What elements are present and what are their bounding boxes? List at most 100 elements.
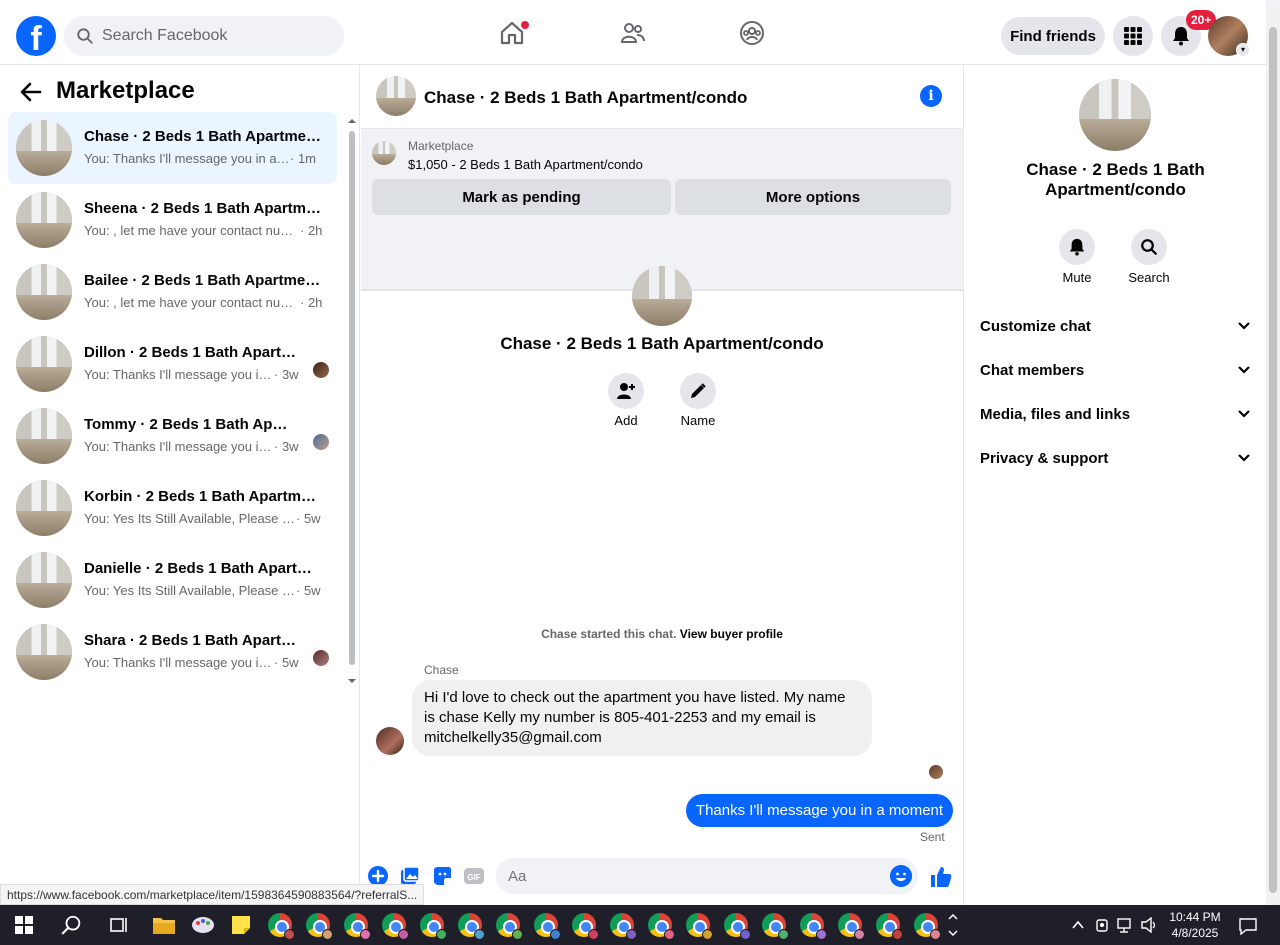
message-input[interactable] <box>496 858 918 894</box>
conversation-item[interactable]: Tommy · 2 Beds 1 Bath Apartment/condo Yo… <box>8 400 337 472</box>
conversation-preview: You: Thanks I'll message you in a moment… <box>84 655 299 670</box>
notification-center-icon[interactable] <box>1238 917 1258 935</box>
chrome-window-button[interactable] <box>606 909 638 941</box>
conversation-item[interactable]: Dillon · 2 Beds 1 Bath Apartment/condo Y… <box>8 328 337 400</box>
chrome-window-button[interactable] <box>416 909 448 941</box>
facebook-logo[interactable]: f <box>16 16 56 56</box>
name-label: Name <box>680 413 716 428</box>
back-arrow-icon[interactable] <box>20 81 42 110</box>
system-clock[interactable]: 10:44 PM 4/8/2025 <box>1162 909 1228 941</box>
chrome-icon <box>762 913 789 940</box>
find-friends-button[interactable]: Find friends <box>1001 17 1105 55</box>
file-explorer-button[interactable] <box>148 909 180 941</box>
search-input[interactable]: Search Facebook <box>64 16 344 56</box>
chevron-down-icon[interactable]: ▾ <box>1236 43 1250 57</box>
groups-icon[interactable] <box>739 20 765 46</box>
taskbar-search-button[interactable] <box>56 909 88 941</box>
sticky-notes-button[interactable] <box>225 909 257 941</box>
listing-thumbnail[interactable] <box>372 141 396 165</box>
chrome-window-button[interactable] <box>720 909 752 941</box>
message-text-field[interactable] <box>496 858 876 894</box>
thumbs-up-icon[interactable] <box>929 865 953 889</box>
menu-button[interactable] <box>1113 16 1153 56</box>
view-buyer-profile-link[interactable]: View buyer profile <box>680 627 783 641</box>
conversation-name: Chase · 2 Beds 1 Bath Apartment/condo <box>84 128 324 145</box>
chrome-window-button[interactable] <box>834 909 866 941</box>
chrome-icon <box>876 913 903 940</box>
chrome-icon <box>534 913 561 940</box>
scroll-up-icon[interactable] <box>348 117 356 125</box>
volume-icon[interactable] <box>1141 917 1159 933</box>
chrome-window-button[interactable] <box>758 909 790 941</box>
palette-icon <box>192 917 214 933</box>
conversation-item[interactable]: Sheena · 2 Beds 1 Bath Apartment/condo Y… <box>8 184 337 256</box>
conversation-preview: You: Thanks I'll message you in a moment… <box>84 439 299 454</box>
taskbar-overflow-button[interactable] <box>944 909 962 941</box>
chrome-window-button[interactable] <box>530 909 562 941</box>
customize-chat-section[interactable]: Customize chat <box>980 306 1251 346</box>
chrome-window-button[interactable] <box>378 909 410 941</box>
scroll-thumb[interactable] <box>349 131 355 665</box>
chat-members-section[interactable]: Chat members <box>980 350 1251 390</box>
chrome-window-button[interactable] <box>682 909 714 941</box>
chevron-up-icon[interactable] <box>1071 918 1085 932</box>
task-view-icon <box>110 918 127 932</box>
listing-thumbnail <box>16 552 72 608</box>
chrome-window-button[interactable] <box>568 909 600 941</box>
chat-thumbnail[interactable] <box>376 76 416 116</box>
conversation-item[interactable]: Shara · 2 Beds 1 Bath Apartment/condo Yo… <box>8 616 337 688</box>
listing-price[interactable]: $1,050 - 2 Beds 1 Bath Apartment/condo <box>408 157 643 172</box>
conversation-item[interactable]: Bailee · 2 Beds 1 Bath Apartment/condo Y… <box>8 256 337 328</box>
friends-icon[interactable] <box>620 20 646 46</box>
paint-app-button[interactable] <box>187 909 219 941</box>
chrome-window-button[interactable] <box>872 909 904 941</box>
start-button[interactable] <box>8 909 40 941</box>
seen-indicator-avatar <box>929 765 943 779</box>
add-people-button[interactable]: Add <box>601 373 651 428</box>
media-files-links-section[interactable]: Media, files and links <box>980 394 1251 434</box>
chrome-window-button[interactable] <box>796 909 828 941</box>
add-person-icon <box>617 383 635 399</box>
name-chat-button[interactable]: Name <box>673 373 723 428</box>
chevron-down-icon <box>1238 322 1250 330</box>
search-label: Search <box>1128 270 1170 285</box>
privacy-support-section[interactable]: Privacy & support <box>980 438 1251 478</box>
chrome-icon <box>382 913 409 940</box>
listing-thumbnail <box>16 336 72 392</box>
more-options-button[interactable]: More options <box>675 179 951 215</box>
chrome-icon <box>610 913 637 940</box>
chrome-window-button[interactable] <box>264 909 296 941</box>
listing-thumbnail <box>16 192 72 248</box>
conversation-item[interactable]: Danielle · 2 Beds 1 Bath Apartment/condo… <box>8 544 337 616</box>
chrome-window-button[interactable] <box>302 909 334 941</box>
chrome-window-button[interactable] <box>910 909 942 941</box>
page-scroll-thumb[interactable] <box>1269 27 1277 893</box>
network-icon[interactable] <box>1117 917 1135 933</box>
sender-avatar[interactable] <box>376 727 404 755</box>
add-label: Add <box>614 413 638 428</box>
folder-icon <box>153 918 175 934</box>
chrome-window-button[interactable] <box>644 909 676 941</box>
chat-started-notice: Chase started this chat. View buyer prof… <box>541 627 783 641</box>
info-icon[interactable]: i <box>920 85 942 107</box>
mark-pending-button[interactable]: Mark as pending <box>372 179 671 215</box>
scroll-down-icon[interactable] <box>348 677 356 685</box>
meet-now-icon[interactable] <box>1095 917 1111 933</box>
search-in-chat-button[interactable]: Search <box>1119 229 1179 285</box>
emoji-icon[interactable] <box>890 865 912 887</box>
chrome-window-button[interactable] <box>492 909 524 941</box>
task-view-button[interactable] <box>103 909 135 941</box>
sticker-icon[interactable] <box>431 865 453 887</box>
chrome-window-button[interactable] <box>340 909 372 941</box>
chrome-window-button[interactable] <box>454 909 486 941</box>
conversation-item[interactable]: Chase · 2 Beds 1 Bath Apartment/condo Yo… <box>8 112 337 184</box>
conversation-name: Danielle · 2 Beds 1 Bath Apartment/condo <box>84 560 324 577</box>
conversation-item[interactable]: Korbin · 2 Beds 1 Bath Apartment/condo Y… <box>8 472 337 544</box>
page-scrollbar[interactable] <box>1266 7 1280 905</box>
mute-button[interactable]: Mute <box>1047 229 1107 285</box>
incoming-message: Hi I'd love to check out the apartment y… <box>412 680 872 756</box>
gif-icon[interactable]: GIF <box>463 865 485 887</box>
conversation-preview: You: Thanks I'll message you in a moment… <box>84 367 299 382</box>
chrome-icon <box>572 913 599 940</box>
chat-title[interactable]: Chase · 2 Beds 1 Bath Apartment/condo <box>424 88 747 108</box>
